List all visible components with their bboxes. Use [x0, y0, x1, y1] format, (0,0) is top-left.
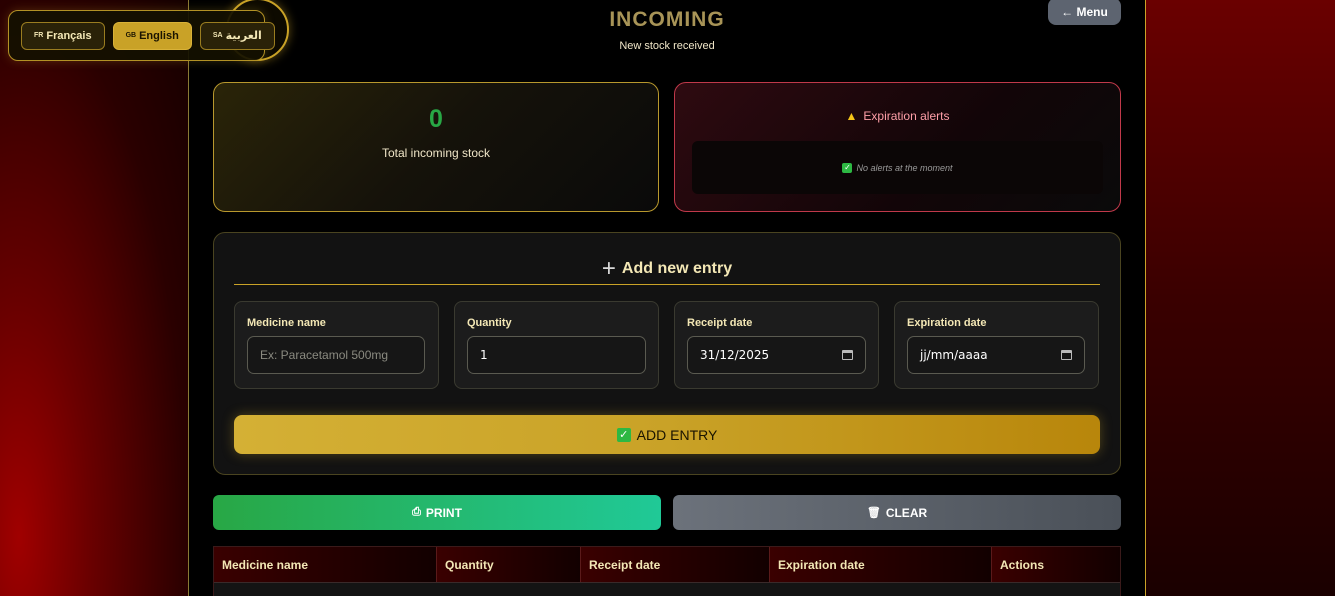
total-stock-value: 0: [429, 105, 443, 133]
check-icon: ✓: [842, 162, 853, 173]
receipt-date-group: Receipt date 31/12/2025: [674, 301, 879, 389]
check-icon: ✓: [616, 427, 631, 442]
print-button-label: PRINT: [425, 505, 462, 520]
page-subtitle: New stock received: [619, 40, 715, 52]
lang-button-fr[interactable]: FR Français: [21, 21, 105, 50]
entries-table: Medicine name Quantity Receipt date Expi…: [213, 546, 1121, 596]
column-receipt-date[interactable]: Receipt date: [581, 547, 770, 582]
language-switcher: FR Français GB English SA العربية: [8, 10, 275, 61]
add-entry-heading: + Add new entry: [234, 253, 1100, 285]
column-expiration-date[interactable]: Expiration date: [770, 547, 992, 582]
flag-fr-icon: FR: [34, 32, 44, 39]
calendar-icon[interactable]: [842, 350, 853, 360]
medicine-name-label: Medicine name: [247, 317, 326, 329]
expiration-date-input[interactable]: jj/mm/aaaa: [907, 336, 1085, 374]
column-actions: Actions: [992, 547, 1120, 582]
warning-icon: ▲: [845, 109, 858, 123]
total-stock-card: 0 Total incoming stock: [213, 82, 659, 212]
flag-gb-icon: GB: [125, 32, 137, 39]
lang-label: العربية: [225, 30, 262, 42]
receipt-date-value: 31/12/2025: [700, 348, 770, 362]
trash-icon: 🗑: [866, 507, 881, 519]
expiration-alerts-card: ▲ Expiration alerts ✓ No alerts at the m…: [674, 82, 1121, 212]
column-quantity[interactable]: Quantity: [437, 547, 581, 582]
alerts-header: ▲ Expiration alerts: [675, 109, 1120, 123]
page-title: INCOMING: [609, 8, 725, 31]
add-entry-title: Add new entry: [621, 259, 733, 277]
expiration-date-placeholder: jj/mm/aaaa: [920, 348, 988, 362]
lang-label: English: [139, 29, 179, 42]
add-entry-button[interactable]: ✓ ADD ENTRY: [234, 415, 1100, 454]
background-right: [1145, 0, 1335, 596]
flag-sa-icon: SA: [212, 32, 223, 39]
background-left: [0, 0, 188, 596]
alerts-title: Expiration alerts: [863, 109, 950, 123]
clear-button[interactable]: 🗑 CLEAR: [673, 495, 1121, 530]
print-button[interactable]: ⎙ PRINT: [213, 495, 661, 530]
calendar-icon[interactable]: [1061, 350, 1072, 360]
add-entry-button-label: ADD ENTRY: [636, 426, 718, 443]
alerts-empty-message: No alerts at the moment: [856, 162, 953, 173]
table-header: Medicine name Quantity Receipt date Expi…: [214, 547, 1120, 583]
receipt-date-label: Receipt date: [687, 317, 753, 329]
receipt-date-input[interactable]: 31/12/2025: [687, 336, 866, 374]
medicine-name-input[interactable]: Ex: Paracetamol 500mg: [247, 336, 425, 374]
quantity-group: Quantity 1: [454, 301, 659, 389]
lang-label: Français: [46, 29, 92, 42]
medicine-name-group: Medicine name Ex: Paracetamol 500mg: [234, 301, 439, 389]
add-entry-panel: + Add new entry Medicine name Ex: Parace…: [213, 232, 1121, 475]
alerts-list: ✓ No alerts at the moment: [692, 141, 1103, 194]
plus-icon: +: [601, 254, 616, 282]
lang-button-ar[interactable]: SA العربية: [199, 21, 275, 50]
expiration-date-label: Expiration date: [907, 317, 987, 329]
total-stock-label: Total incoming stock: [381, 146, 491, 160]
quantity-input[interactable]: 1: [467, 336, 646, 374]
lang-button-en[interactable]: GB English: [112, 21, 192, 50]
expiration-date-group: Expiration date jj/mm/aaaa: [894, 301, 1099, 389]
printer-icon: ⎙: [412, 506, 421, 518]
quantity-label: Quantity: [467, 317, 512, 329]
column-medicine-name[interactable]: Medicine name: [214, 547, 437, 582]
clear-button-label: CLEAR: [885, 505, 928, 520]
menu-button[interactable]: ← Menu: [1048, 0, 1121, 25]
